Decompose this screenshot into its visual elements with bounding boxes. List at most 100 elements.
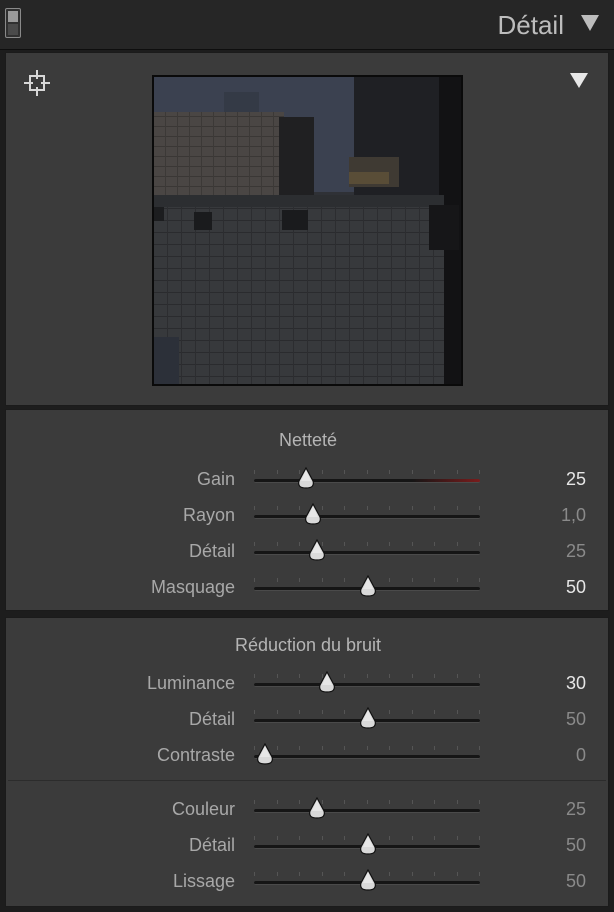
- slider-tick: [389, 800, 390, 804]
- slider-tick: [277, 470, 278, 474]
- panel-switch-icon[interactable]: [5, 8, 21, 38]
- slider-tick: [457, 506, 458, 510]
- slider-thumb[interactable]: [317, 671, 337, 695]
- slider-thumb[interactable]: [358, 869, 378, 893]
- slider-tick: [277, 800, 278, 804]
- slider-value[interactable]: 50: [566, 871, 586, 892]
- slider-tick: [254, 800, 255, 804]
- slider-thumb[interactable]: [255, 743, 275, 767]
- slider-tick: [457, 578, 458, 582]
- slider-tick: [479, 542, 480, 546]
- slider-tick: [344, 542, 345, 546]
- slider-tick: [344, 872, 345, 876]
- slider-value[interactable]: 25: [566, 469, 586, 490]
- slider-tick: [344, 800, 345, 804]
- crosshair-target-icon[interactable]: [24, 70, 50, 96]
- noise-luminance-slider-detail[interactable]: Détail 50: [6, 704, 610, 734]
- slider-tick: [254, 578, 255, 582]
- slider-ticks: [254, 794, 480, 824]
- slider-tick: [479, 800, 480, 804]
- slider-tick: [277, 872, 278, 876]
- slider-tick: [299, 872, 300, 876]
- slider-tick: [254, 836, 255, 840]
- slider-label: Luminance: [146, 673, 235, 693]
- slider-tick: [457, 542, 458, 546]
- slider-label: Rayon: [182, 505, 235, 525]
- slider-tick: [299, 836, 300, 840]
- noise-color-slider-lissage[interactable]: Lissage 50: [6, 866, 610, 896]
- slider-tick: [412, 506, 413, 510]
- slider-label: Gain: [196, 469, 235, 489]
- slider-tick: [344, 578, 345, 582]
- slider-tick: [479, 470, 480, 474]
- slider-tick: [254, 542, 255, 546]
- slider-thumb[interactable]: [307, 539, 327, 563]
- noise-color-slider-couleur[interactable]: Couleur 25: [6, 794, 610, 824]
- sharpening-slider-rayon[interactable]: Rayon 1,0: [6, 500, 610, 530]
- detail-preview-image[interactable]: [152, 75, 463, 386]
- slider-tick: [457, 710, 458, 714]
- slider-tick: [434, 674, 435, 678]
- sharpening-slider-masquage[interactable]: Masquage 50: [6, 572, 610, 602]
- noise-luminance-slider-luminance[interactable]: Luminance 30: [6, 668, 610, 698]
- slider-tick: [367, 746, 368, 750]
- slider-value[interactable]: 25: [566, 799, 586, 820]
- slider-tick: [412, 836, 413, 840]
- slider-tick: [299, 578, 300, 582]
- slider-thumb[interactable]: [303, 503, 323, 527]
- slider-value[interactable]: 50: [566, 577, 586, 598]
- slider-value[interactable]: 50: [566, 709, 586, 730]
- slider-tick: [389, 836, 390, 840]
- slider-tick: [322, 578, 323, 582]
- slider-thumb[interactable]: [358, 707, 378, 731]
- slider-label: Couleur: [171, 799, 235, 819]
- slider-ticks: [254, 500, 480, 530]
- noise-reduction-title: Réduction du bruit: [234, 635, 382, 655]
- sharpening-slider-detail[interactable]: Détail 25: [6, 536, 610, 566]
- slider-tick: [412, 470, 413, 474]
- noise-color-slider-detail[interactable]: Détail 50: [6, 830, 610, 860]
- slider-value[interactable]: 25: [566, 541, 586, 562]
- slider-tick: [479, 674, 480, 678]
- slider-label: Contraste: [156, 745, 235, 765]
- slider-tick: [344, 746, 345, 750]
- noise-reduction-section: Réduction du bruit Luminance 30 Détail 50 Co…: [5, 617, 609, 907]
- slider-tick: [389, 506, 390, 510]
- sharpening-slider-gain[interactable]: Gain 25: [6, 464, 610, 494]
- slider-tick: [457, 746, 458, 750]
- slider-thumb[interactable]: [358, 575, 378, 599]
- slider-tick: [299, 506, 300, 510]
- sharpening-section: Netteté Gain 25 Rayon 1,0 Détail 25 Masquage 50: [5, 409, 609, 611]
- slider-tick: [254, 470, 255, 474]
- slider-tick: [412, 578, 413, 582]
- slider-tick: [412, 674, 413, 678]
- slider-label: Détail: [188, 709, 235, 729]
- slider-tick: [389, 710, 390, 714]
- slider-tick: [344, 470, 345, 474]
- slider-tick: [277, 674, 278, 678]
- triangle-down-icon[interactable]: [581, 15, 599, 31]
- slider-value[interactable]: 30: [566, 673, 586, 694]
- slider-ticks: [254, 464, 480, 494]
- slider-tick: [457, 674, 458, 678]
- slider-thumb[interactable]: [307, 797, 327, 821]
- slider-tick: [254, 674, 255, 678]
- sharpening-title: Netteté: [278, 430, 338, 450]
- slider-tick: [389, 470, 390, 474]
- slider-tick: [277, 542, 278, 546]
- slider-tick: [277, 710, 278, 714]
- slider-ticks: [254, 740, 480, 770]
- slider-tick: [389, 542, 390, 546]
- slider-tick: [322, 470, 323, 474]
- slider-tick: [434, 836, 435, 840]
- slider-value[interactable]: 1,0: [561, 505, 586, 526]
- noise-luminance-slider-contraste[interactable]: Contraste 0: [6, 740, 610, 770]
- slider-value[interactable]: 0: [576, 745, 586, 766]
- slider-value[interactable]: 50: [566, 835, 586, 856]
- preview-menu-toggle-icon[interactable]: [570, 73, 588, 88]
- panel-header[interactable]: Détail: [0, 0, 614, 50]
- slider-thumb[interactable]: [358, 833, 378, 857]
- slider-tick: [367, 470, 368, 474]
- slider-thumb[interactable]: [296, 467, 316, 491]
- slider-tick: [344, 836, 345, 840]
